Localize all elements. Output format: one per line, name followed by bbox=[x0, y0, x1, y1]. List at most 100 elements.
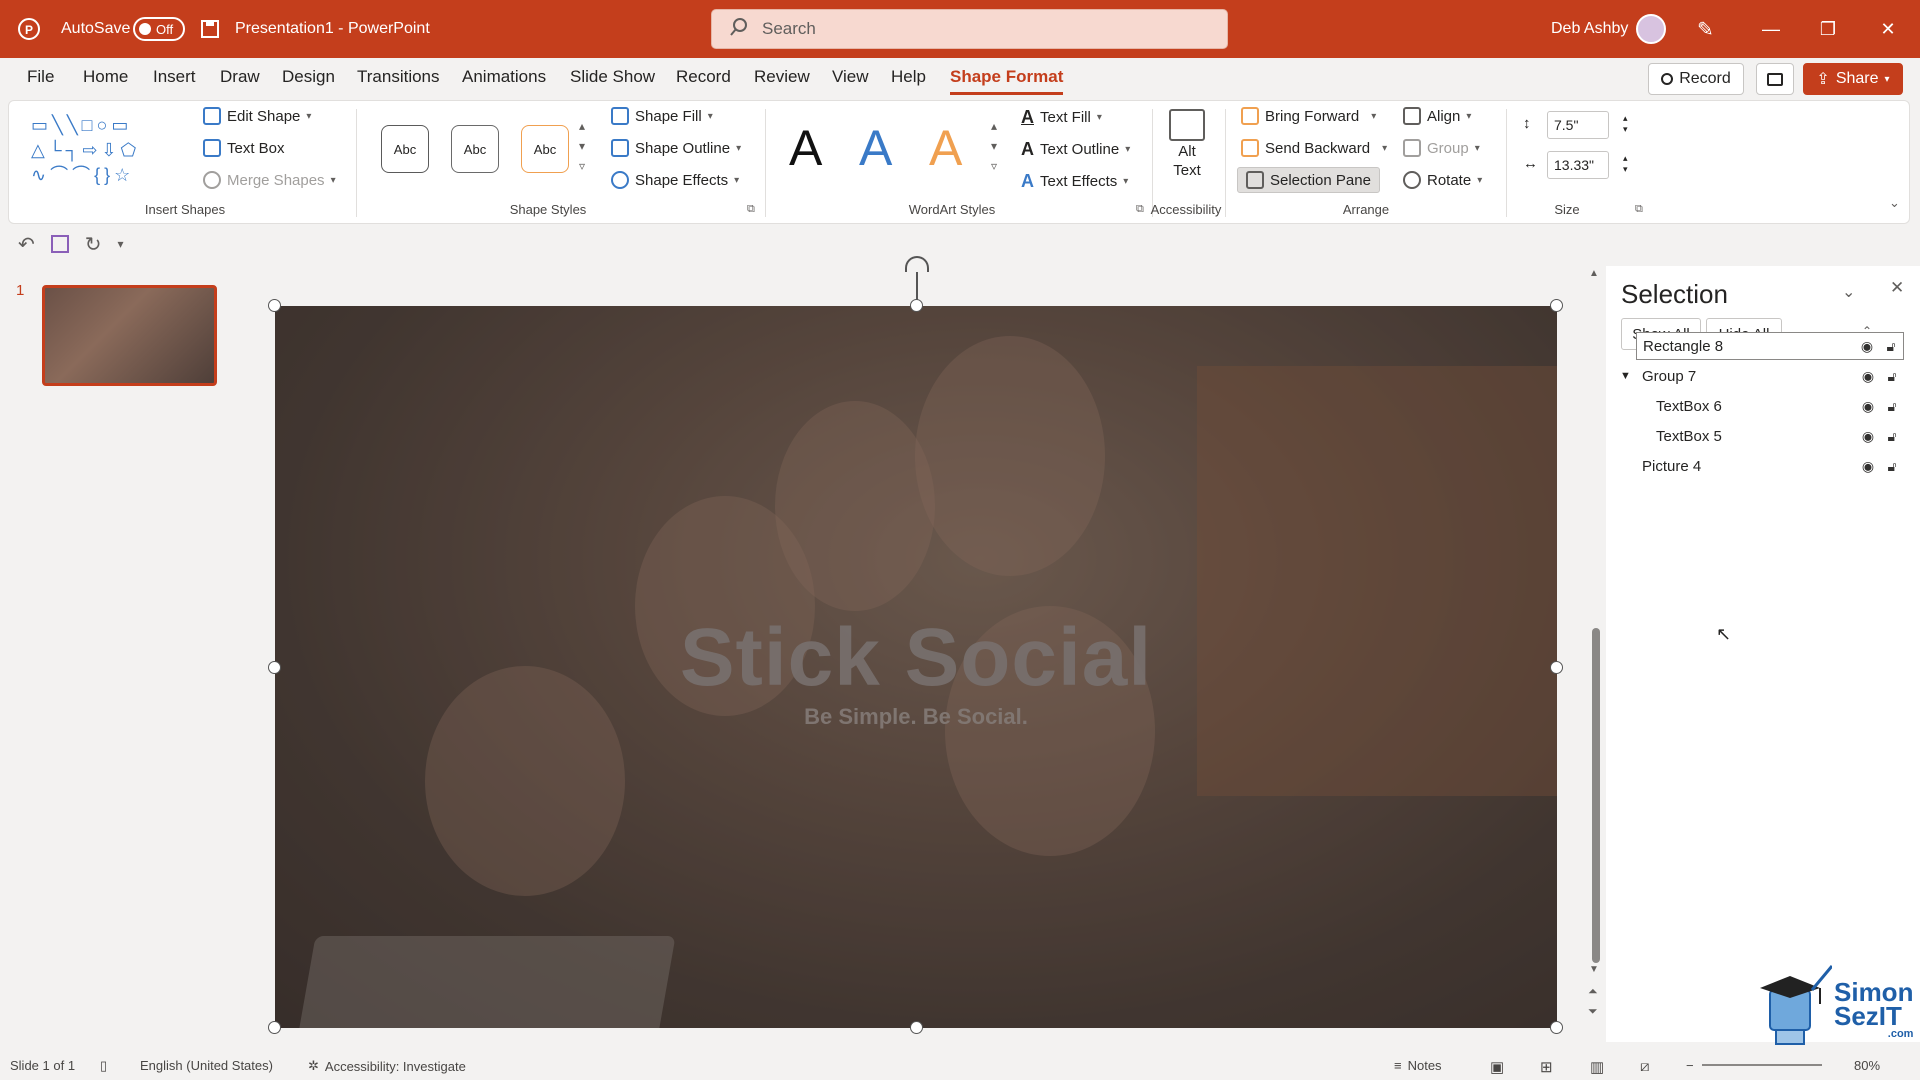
selection-item-rectangle-8[interactable]: Rectangle 8 ◉ 🔓︎ bbox=[1636, 332, 1904, 360]
resize-handle-right[interactable] bbox=[1550, 661, 1563, 674]
undo-icon[interactable]: ↶ bbox=[18, 232, 35, 257]
width-field[interactable]: 13.33" bbox=[1547, 151, 1609, 179]
share-button[interactable]: ⇪ Share ▾ bbox=[1803, 63, 1903, 95]
pane-close-icon[interactable]: ✕ bbox=[1890, 278, 1904, 298]
autosave-toggle[interactable]: Off bbox=[133, 0, 185, 58]
close-icon[interactable]: ✕ bbox=[1860, 0, 1916, 58]
wordart-launcher-icon[interactable]: ⧉ bbox=[1136, 203, 1144, 216]
zoom-level[interactable]: 80% bbox=[1854, 1058, 1880, 1073]
accessibility-status[interactable]: ✲ Accessibility: Investigate bbox=[308, 1058, 466, 1074]
resize-handle-bottom-left[interactable] bbox=[268, 1021, 281, 1034]
shape-style-preset-1[interactable]: Abc bbox=[381, 125, 429, 173]
shape-styles-scroll[interactable]: ▴ ▾ ▿ bbox=[579, 119, 585, 173]
wordart-scroll[interactable]: ▴ ▾ ▿ bbox=[991, 119, 997, 173]
slide-count[interactable]: Slide 1 of 1 bbox=[10, 1058, 75, 1073]
vertical-scrollbar[interactable]: ▲ ▼ ⏶ ⏷ bbox=[1588, 268, 1602, 1028]
shape-effects-button[interactable]: Shape Effects ▾ bbox=[611, 171, 739, 189]
tab-review[interactable]: Review bbox=[754, 67, 810, 87]
rotate-button[interactable]: Rotate ▾ bbox=[1403, 171, 1482, 189]
shape-style-preset-3[interactable]: Abc bbox=[521, 125, 569, 173]
tab-file[interactable]: File bbox=[27, 67, 54, 87]
eye-icon[interactable]: ◉ bbox=[1856, 458, 1880, 475]
pane-options-chevron-icon[interactable]: ⌄ bbox=[1842, 282, 1855, 302]
unlock-icon[interactable]: 🔓︎ bbox=[1879, 338, 1903, 355]
customize-qat-icon[interactable]: ▾ bbox=[118, 237, 124, 251]
tab-slide-show[interactable]: Slide Show bbox=[570, 67, 655, 87]
resize-handle-left[interactable] bbox=[268, 661, 281, 674]
resize-handle-top-right[interactable] bbox=[1550, 299, 1563, 312]
selection-item-picture-4[interactable]: Picture 4 ◉ 🔓︎ bbox=[1636, 452, 1904, 480]
redo-icon[interactable]: ↻ bbox=[85, 232, 102, 257]
edit-shape-button[interactable]: Edit Shape ▾ bbox=[203, 107, 311, 125]
tab-animations[interactable]: Animations bbox=[462, 67, 546, 87]
eye-icon[interactable]: ◉ bbox=[1856, 398, 1880, 415]
next-slide-icon[interactable]: ⏷ bbox=[1588, 1004, 1598, 1019]
text-effects-button[interactable]: A Text Effects ▾ bbox=[1021, 171, 1128, 192]
restore-icon[interactable]: ❐ bbox=[1800, 0, 1856, 58]
tab-record[interactable]: Record bbox=[676, 67, 731, 87]
slide-title[interactable]: Stick Social bbox=[275, 611, 1557, 705]
size-launcher-icon[interactable]: ⧉ bbox=[1635, 203, 1643, 216]
user-name[interactable]: Deb Ashby bbox=[1551, 0, 1628, 58]
comments-button[interactable] bbox=[1756, 63, 1794, 95]
shapes-gallery[interactable]: ▭╲╲□○▭ △└┐⇨⇩⬠ ∿⌒⌒{}☆ bbox=[31, 113, 181, 191]
tab-design[interactable]: Design bbox=[282, 67, 335, 87]
pen-icon[interactable]: ✎ bbox=[1697, 0, 1714, 58]
slide-subtitle[interactable]: Be Simple. Be Social. bbox=[275, 704, 1557, 730]
avatar[interactable] bbox=[1636, 0, 1666, 58]
text-outline-button[interactable]: A Text Outline ▾ bbox=[1021, 139, 1130, 160]
presenter-view-icon[interactable]: ⧄ bbox=[1640, 1058, 1650, 1075]
unlock-icon[interactable]: 🔓︎ bbox=[1880, 368, 1904, 385]
selection-pane-button[interactable]: Selection Pane bbox=[1237, 167, 1380, 193]
tab-draw[interactable]: Draw bbox=[220, 67, 260, 87]
resize-handle-top-left[interactable] bbox=[268, 299, 281, 312]
previous-slide-icon[interactable]: ⏶ bbox=[1588, 984, 1598, 999]
send-backward-button[interactable]: Send Backward ▾ bbox=[1241, 139, 1387, 157]
selection-item-textbox-5[interactable]: TextBox 5 ◉ 🔓︎ bbox=[1650, 422, 1904, 450]
unlock-icon[interactable]: 🔓︎ bbox=[1880, 428, 1904, 445]
shape-styles-launcher-icon[interactable]: ⧉ bbox=[747, 203, 755, 216]
record-button[interactable]: Record bbox=[1648, 63, 1744, 95]
tab-help[interactable]: Help bbox=[891, 67, 926, 87]
notes-button[interactable]: ≡ Notes bbox=[1394, 1058, 1442, 1073]
shape-fill-button[interactable]: Shape Fill ▾ bbox=[611, 107, 713, 125]
shape-outline-button[interactable]: Shape Outline ▾ bbox=[611, 139, 741, 157]
selection-item-textbox-6[interactable]: TextBox 6 ◉ 🔓︎ bbox=[1650, 392, 1904, 420]
zoom-slider[interactable] bbox=[1702, 1064, 1822, 1066]
wordart-blue[interactable]: A bbox=[859, 119, 892, 177]
slide-sorter-icon[interactable]: ⊞ bbox=[1540, 1058, 1553, 1076]
slide-thumbnail[interactable] bbox=[42, 285, 217, 386]
bring-forward-button[interactable]: Bring Forward ▾ bbox=[1241, 107, 1376, 125]
text-box-button[interactable]: Text Box bbox=[203, 139, 285, 157]
wordart-orange[interactable]: A bbox=[929, 119, 962, 177]
save-qat-icon[interactable] bbox=[50, 235, 69, 253]
normal-view-icon[interactable]: ▣ bbox=[1490, 1058, 1504, 1076]
eye-icon[interactable]: ◉ bbox=[1855, 338, 1879, 355]
align-button[interactable]: Align ▾ bbox=[1403, 107, 1471, 125]
tab-insert[interactable]: Insert bbox=[153, 67, 196, 87]
selection-item-group-7[interactable]: ▼ Group 7 ◉ 🔓︎ bbox=[1620, 362, 1904, 390]
rotate-handle-icon[interactable] bbox=[905, 256, 929, 272]
shape-style-preset-2[interactable]: Abc bbox=[451, 125, 499, 173]
wordart-black[interactable]: A bbox=[789, 119, 822, 177]
scrollbar-thumb[interactable] bbox=[1592, 628, 1600, 963]
slide[interactable]: Stick Social Be Simple. Be Social. bbox=[275, 306, 1557, 1028]
tab-shape-format[interactable]: Shape Format bbox=[950, 67, 1064, 95]
eye-icon[interactable]: ◉ bbox=[1856, 368, 1880, 385]
resize-handle-bottom-right[interactable] bbox=[1550, 1021, 1563, 1034]
language[interactable]: English (United States) bbox=[140, 1058, 273, 1073]
search-input[interactable]: Search bbox=[711, 9, 1228, 49]
alt-text-button[interactable]: Alt Text bbox=[1169, 109, 1205, 179]
text-fill-button[interactable]: A Text Fill ▾ bbox=[1021, 107, 1102, 128]
unlock-icon[interactable]: 🔓︎ bbox=[1880, 398, 1904, 415]
save-icon[interactable] bbox=[200, 0, 220, 58]
width-spinner[interactable]: ▴ ▾ bbox=[1623, 153, 1628, 175]
chevron-down-icon[interactable]: ▼ bbox=[1620, 370, 1636, 382]
height-field[interactable]: 7.5" bbox=[1547, 111, 1609, 139]
spelling-icon[interactable]: ▯ bbox=[100, 1058, 107, 1074]
tab-transitions[interactable]: Transitions bbox=[357, 67, 440, 87]
tab-home[interactable]: Home bbox=[83, 67, 128, 87]
reading-view-icon[interactable]: ▥ bbox=[1590, 1058, 1604, 1076]
ribbon-collapse-icon[interactable]: ⌄ bbox=[1889, 195, 1900, 211]
eye-icon[interactable]: ◉ bbox=[1856, 428, 1880, 445]
